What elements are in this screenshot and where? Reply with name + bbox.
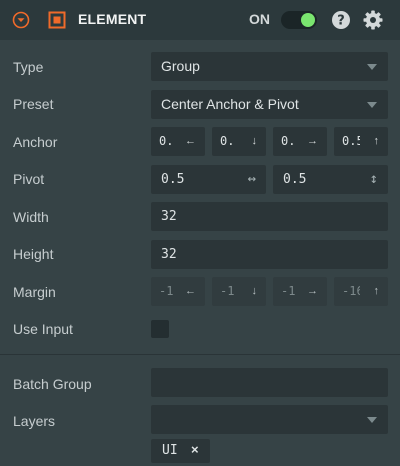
anchor-top-value: 0.5 — [342, 134, 360, 148]
preset-value: Center Anchor & Pivot — [161, 96, 299, 112]
preset-label: Preset — [13, 96, 54, 112]
margin-top-field[interactable]: -16 ↑ — [334, 277, 388, 306]
anchor-right-field[interactable]: 0. → — [273, 127, 327, 156]
anchor-left-value: 0. — [159, 134, 174, 148]
pivot-y-field[interactable]: 0.5 ↕ — [273, 165, 388, 194]
arrow-down-icon: ↓ — [251, 285, 258, 297]
panel-title: ELEMENT — [78, 11, 147, 27]
margin-top-value: -16 — [342, 284, 360, 298]
anchor-bottom-field[interactable]: 0. ↓ — [212, 127, 266, 156]
arrow-up-icon: ↑ — [373, 285, 380, 297]
width-label: Width — [13, 209, 49, 225]
margin-bottom-value: -1 — [220, 284, 235, 298]
arrow-right-icon: → — [307, 135, 318, 147]
type-select[interactable]: Group — [151, 52, 388, 81]
batch-group-select[interactable] — [151, 368, 388, 397]
divider — [0, 354, 400, 355]
gear-icon[interactable] — [362, 9, 384, 31]
batch-group-label: Batch Group — [13, 376, 92, 392]
chevron-down-icon — [367, 64, 377, 70]
arrow-up-icon: ↑ — [373, 135, 380, 147]
use-input-checkbox[interactable] — [151, 320, 169, 338]
panel-header: ELEMENT ON ? — [0, 0, 400, 40]
layers-label: Layers — [13, 413, 56, 429]
svg-text:?: ? — [337, 14, 345, 29]
horizontal-arrows-icon: ↔ — [247, 171, 256, 187]
arrow-left-icon: ← — [185, 285, 196, 297]
height-field[interactable]: 32 — [151, 240, 388, 269]
pivot-label: Pivot — [13, 171, 45, 187]
margin-right-value: -1 — [281, 284, 296, 298]
type-value: Group — [161, 58, 200, 74]
margin-left-value: -1 — [159, 284, 174, 298]
width-field[interactable]: 32 — [151, 202, 388, 231]
close-icon[interactable]: × — [191, 442, 199, 457]
margin-bottom-field[interactable]: -1 ↓ — [212, 277, 266, 306]
preset-select[interactable]: Center Anchor & Pivot — [151, 90, 388, 119]
help-icon[interactable]: ? — [331, 10, 351, 30]
chevron-down-icon — [367, 417, 377, 423]
arrow-down-icon: ↓ — [251, 135, 258, 147]
arrow-right-icon: → — [307, 285, 318, 297]
height-label: Height — [13, 246, 54, 262]
width-value: 32 — [161, 209, 177, 224]
toggle-knob — [301, 13, 315, 27]
margin-right-field[interactable]: -1 → — [273, 277, 327, 306]
chevron-down-icon — [367, 102, 377, 108]
vertical-arrows-icon: ↕ — [369, 171, 378, 187]
anchor-top-field[interactable]: 0.5 ↑ — [334, 127, 388, 156]
anchor-left-field[interactable]: 0. ← — [151, 127, 205, 156]
anchor-label: Anchor — [13, 134, 58, 150]
use-input-label: Use Input — [13, 321, 73, 337]
layer-tag: UI × — [151, 439, 210, 463]
layers-select[interactable] — [151, 405, 388, 434]
type-label: Type — [13, 59, 44, 75]
element-component-panel: ELEMENT ON ? Type Group Preset Center An… — [0, 0, 400, 466]
pivot-x-value: 0.5 — [161, 172, 185, 187]
margin-left-field[interactable]: -1 ← — [151, 277, 205, 306]
layer-tag-label: UI — [162, 443, 178, 458]
enabled-label: ON — [249, 11, 270, 27]
enabled-toggle[interactable] — [281, 11, 317, 29]
anchor-right-value: 0. — [281, 134, 296, 148]
element-icon — [48, 11, 66, 29]
arrow-left-icon: ← — [185, 135, 196, 147]
pivot-x-field[interactable]: 0.5 ↔ — [151, 165, 266, 194]
chevron-down-circle-icon[interactable] — [12, 11, 30, 29]
anchor-bottom-value: 0. — [220, 134, 235, 148]
height-value: 32 — [161, 247, 177, 262]
margin-label: Margin — [13, 284, 56, 300]
pivot-y-value: 0.5 — [283, 172, 307, 187]
